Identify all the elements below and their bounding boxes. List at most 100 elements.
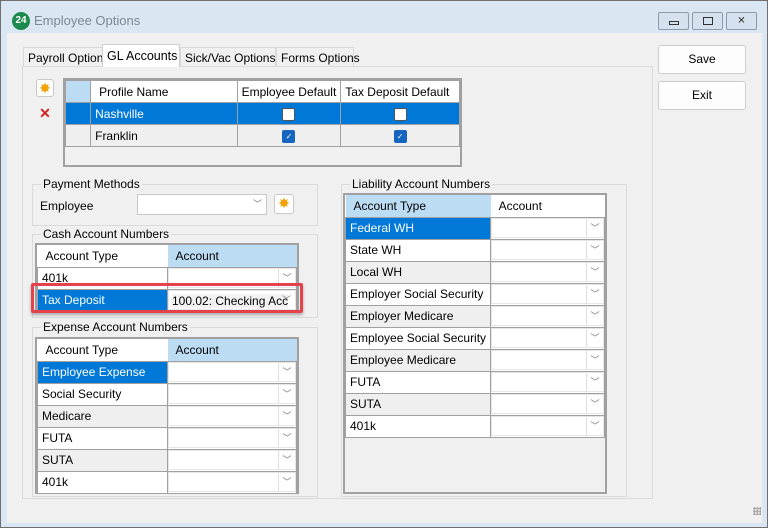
table-row[interactable]: Medicare ﹀ [37,404,297,428]
account-select[interactable]: ﹀ [168,428,296,448]
account-cell[interactable]: ﹀ [167,382,297,406]
table-row[interactable]: FUTA ﹀ [344,370,605,394]
table-row[interactable]: 401k ﹀ [37,470,297,494]
table-row[interactable]: Social Security ﹀ [37,382,297,406]
account-cell[interactable]: ﹀ [490,238,605,262]
tax-deposit-default-checkbox[interactable] [393,107,407,121]
employee-payment-method-select[interactable]: ﹀ [137,194,267,215]
account-select[interactable]: ﹀ [491,350,604,370]
column-header-account[interactable]: Account [167,339,297,361]
column-header-account-type[interactable]: Account Type [345,195,491,217]
column-header-account-type[interactable]: Account Type [38,339,168,361]
column-header-account-type[interactable]: Account Type [38,245,168,267]
tab-sick-vac-options[interactable]: Sick/Vac Options [180,47,276,67]
account-cell[interactable]: ﹀ [490,304,605,328]
table-row[interactable]: Nashville [64,102,460,125]
account-cell[interactable]: ﹀ [167,448,297,472]
profile-name-cell[interactable]: Franklin [90,124,238,147]
add-payment-method-button[interactable]: ✸ [274,194,294,214]
account-select[interactable]: ﹀ [168,268,296,288]
account-cell[interactable]: ﹀ [490,348,605,372]
table-row[interactable]: State WH ﹀ [344,238,605,262]
account-cell[interactable]: 100.02: Checking Acc ﹀ [167,288,297,312]
account-select[interactable]: ﹀ [168,384,296,404]
tab-gl-accounts[interactable]: GL Accounts [102,44,180,67]
employee-default-checkbox[interactable]: ✓ [282,129,296,143]
delete-profile-button[interactable]: ✕ [36,105,54,123]
account-select[interactable]: ﹀ [491,240,604,260]
table-row[interactable]: 401k ﹀ [37,266,297,290]
title-bar[interactable]: 24 Employee Options ✕ [1,1,767,34]
profile-name-cell[interactable]: Nashville [90,102,238,125]
exit-button[interactable]: Exit [658,81,746,110]
account-select[interactable]: ﹀ [491,372,604,392]
account-cell[interactable]: ﹀ [490,414,605,438]
table-row[interactable]: Federal WH ﹀ [344,216,605,240]
account-select[interactable]: ﹀ [491,394,604,414]
table-row[interactable]: SUTA ﹀ [37,448,297,472]
table-row[interactable]: Local WH ﹀ [344,260,605,284]
table-row[interactable]: 401k ﹀ [344,414,605,438]
employee-default-cell[interactable]: ✓ [236,124,342,147]
column-header-account[interactable]: Account [491,195,605,217]
table-row[interactable]: SUTA ﹀ [344,392,605,416]
add-profile-button[interactable]: ✸ [36,79,54,97]
table-row[interactable]: FUTA ﹀ [37,426,297,450]
employee-default-checkbox[interactable] [282,107,296,121]
account-cell[interactable]: ﹀ [490,370,605,394]
account-cell[interactable]: ﹀ [167,266,297,290]
close-button[interactable]: ✕ [726,12,757,30]
account-cell[interactable]: ﹀ [167,470,297,494]
account-select[interactable]: ﹀ [491,328,604,348]
tab-payroll-options[interactable]: Payroll Options [23,47,109,67]
account-cell[interactable]: ﹀ [167,360,297,384]
column-header-account[interactable]: Account [167,245,297,267]
account-cell[interactable]: ﹀ [167,426,297,450]
account-cell[interactable]: ﹀ [490,260,605,284]
account-cell[interactable]: ﹀ [167,404,297,428]
restore-button[interactable] [692,12,723,30]
column-header-tax-deposit-default[interactable]: Tax Deposit Default [340,80,460,103]
table-row[interactable]: Tax Deposit 100.02: Checking Acc ﹀ [37,288,297,312]
row-header[interactable] [64,124,92,147]
table-row[interactable]: Franklin ✓ ✓ [64,124,460,147]
table-row[interactable]: Employee Social Security ﹀ [344,326,605,350]
liability-header-row: Account Type Account [345,195,605,217]
account-select[interactable]: ﹀ [168,406,296,426]
table-row[interactable]: Employer Medicare ﹀ [344,304,605,328]
tax-deposit-default-cell[interactable]: ✓ [340,124,460,147]
account-select[interactable]: ﹀ [168,450,296,470]
account-select[interactable]: ﹀ [491,262,604,282]
account-cell[interactable]: ﹀ [490,392,605,416]
account-select[interactable]: ﹀ [491,218,604,238]
account-select[interactable]: ﹀ [491,416,604,436]
save-button[interactable]: Save [658,45,746,74]
account-type-cell: FUTA [37,426,168,450]
minimize-button[interactable] [658,12,689,30]
tab-forms-options[interactable]: Forms Options [276,47,360,67]
column-header-profile-name[interactable]: Profile Name [90,80,238,103]
account-cell[interactable]: ﹀ [490,216,605,240]
tax-deposit-default-checkbox[interactable]: ✓ [393,129,407,143]
employee-default-cell[interactable] [236,102,342,125]
resize-grip[interactable] [753,507,761,515]
row-header[interactable] [64,102,92,125]
table-row[interactable]: Employer Social Security ﹀ [344,282,605,306]
table-row[interactable]: Employee Expense ﹀ [37,360,297,384]
account-type-cell: 401k [37,470,168,494]
chevron-down-icon: ﹀ [278,385,295,403]
column-header-employee-default[interactable]: Employee Default [236,80,342,103]
account-select[interactable]: 100.02: Checking Acc ﹀ [168,290,296,310]
tax-deposit-default-cell[interactable] [340,102,460,125]
account-select[interactable]: ﹀ [168,472,296,492]
account-select[interactable]: ﹀ [491,284,604,304]
account-cell[interactable]: ﹀ [490,326,605,350]
account-select[interactable]: ﹀ [168,362,296,382]
account-type-cell: SUTA [344,392,492,416]
account-cell[interactable]: ﹀ [490,282,605,306]
row-header-corner [64,80,92,103]
table-row[interactable]: Employee Medicare ﹀ [344,348,605,372]
chevron-down-icon: ﹀ [586,351,603,369]
chevron-down-icon: ﹀ [278,473,295,491]
account-select[interactable]: ﹀ [491,306,604,326]
